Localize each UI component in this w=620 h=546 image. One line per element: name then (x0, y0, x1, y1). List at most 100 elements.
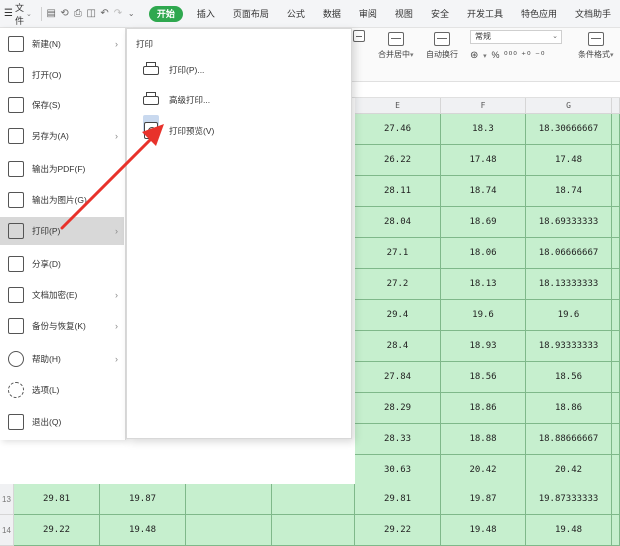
table-cell[interactable]: 18.69 (441, 207, 526, 238)
table-cell[interactable]: 29.81 (355, 484, 441, 515)
table-cell[interactable] (612, 455, 620, 486)
file-menu-item-4[interactable]: 输出为PDF(F) (0, 155, 126, 183)
table-cell[interactable]: 29.22 (355, 515, 441, 546)
column-header-e[interactable]: E (355, 98, 441, 114)
print-preview-icon[interactable]: ◫ (87, 7, 96, 21)
undo-icon[interactable]: ↶ (100, 7, 109, 21)
table-cell[interactable] (612, 515, 620, 546)
table-cell[interactable]: 19.6 (526, 300, 612, 331)
number-buttons[interactable]: % ⁰⁰⁰ ⁺⁰ ⁻⁰ (491, 50, 545, 60)
tab-0[interactable]: 开始 (148, 5, 183, 22)
wrap-text-button[interactable]: 自动换行 (426, 32, 458, 60)
table-cell[interactable]: 18.3 (441, 114, 526, 145)
table-cell[interactable]: 28.4 (355, 331, 441, 362)
currency-icon[interactable]: ⊛ (470, 50, 479, 61)
table-cell[interactable]: 18.93 (441, 331, 526, 362)
align-icon[interactable] (353, 30, 365, 45)
table-cell[interactable]: 19.87 (100, 484, 186, 515)
table-cell[interactable]: 30.63 (355, 455, 441, 486)
tab-2[interactable]: 页面布局 (224, 4, 278, 24)
tab-5[interactable]: 审阅 (350, 4, 386, 24)
table-cell[interactable] (272, 484, 355, 515)
table-cell[interactable]: 19.87 (441, 484, 526, 515)
table-cell[interactable]: 19.87333333 (526, 484, 612, 515)
table-cell[interactable]: 18.30666667 (526, 114, 612, 145)
tab-9[interactable]: 特色应用 (512, 4, 566, 24)
file-menu-item-1[interactable]: 打开(O) (0, 61, 126, 89)
table-cell[interactable]: 27.2 (355, 269, 441, 300)
table-cell[interactable]: 18.93333333 (526, 331, 612, 362)
tab-6[interactable]: 视图 (386, 4, 422, 24)
customize-chevron-icon[interactable]: ⌄ (127, 7, 136, 21)
table-cell[interactable] (186, 515, 272, 546)
table-cell[interactable] (612, 238, 620, 269)
table-cell[interactable]: 19.48 (100, 515, 186, 546)
table-cell[interactable]: 18.56 (441, 362, 526, 393)
table-cell[interactable] (612, 362, 620, 393)
file-menu-item-5[interactable]: 输出为图片(G) (0, 186, 126, 214)
table-cell[interactable] (612, 207, 620, 238)
table-cell[interactable] (612, 424, 620, 455)
table-cell[interactable]: 17.48 (441, 145, 526, 176)
table-cell[interactable]: 29.22 (14, 515, 100, 546)
print-preview-item[interactable]: 打印预览(V) (143, 120, 214, 142)
table-cell[interactable]: 19.48 (441, 515, 526, 546)
table-cell[interactable]: 29.4 (355, 300, 441, 331)
advanced-print-item[interactable]: 高级打印... (143, 89, 210, 111)
undo-history-icon[interactable]: ⟲ (60, 7, 69, 21)
file-menu-button[interactable]: ☰ 文件 ⌄ (0, 3, 38, 26)
file-menu-item-11[interactable]: 选项(L) (0, 376, 126, 404)
table-cell[interactable] (612, 393, 620, 424)
table-cell[interactable]: 27.1 (355, 238, 441, 269)
row-header[interactable]: 13 (0, 484, 14, 515)
tab-3[interactable]: 公式 (278, 4, 314, 24)
column-header-next[interactable] (612, 98, 620, 114)
file-menu-item-10[interactable]: 帮助(H) › (0, 345, 126, 373)
number-format-select[interactable]: 常规 ⌄ (470, 30, 562, 44)
table-cell[interactable]: 20.42 (441, 455, 526, 486)
table-cell[interactable]: 18.74 (526, 176, 612, 207)
table-cell[interactable] (612, 114, 620, 145)
table-cell[interactable] (612, 300, 620, 331)
file-menu-item-0[interactable]: 新建(N) › (0, 30, 126, 58)
table-cell[interactable] (612, 269, 620, 300)
conditional-format-button[interactable]: 条件格式▾ (578, 32, 614, 60)
tab-4[interactable]: 数据 (314, 4, 350, 24)
table-cell[interactable]: 18.86 (441, 393, 526, 424)
column-header-g[interactable]: G (526, 98, 612, 114)
file-menu-item-6[interactable]: 打印(P) › (0, 217, 124, 245)
table-cell[interactable]: 18.13 (441, 269, 526, 300)
redo-icon[interactable]: ↷ (113, 7, 122, 21)
tab-10[interactable]: 文档助手 (566, 4, 620, 24)
table-cell[interactable]: 28.33 (355, 424, 441, 455)
table-cell[interactable]: 18.06666667 (526, 238, 612, 269)
table-cell[interactable]: 27.46 (355, 114, 441, 145)
tab-8[interactable]: 开发工具 (458, 4, 512, 24)
tab-7[interactable]: 安全 (422, 4, 458, 24)
row-header[interactable]: 14 (0, 515, 14, 546)
file-menu-item-2[interactable]: 保存(S) (0, 91, 126, 119)
table-cell[interactable]: 28.29 (355, 393, 441, 424)
table-cell[interactable] (612, 484, 620, 515)
file-menu-item-8[interactable]: 文档加密(E) › (0, 281, 126, 309)
table-cell[interactable]: 18.88 (441, 424, 526, 455)
table-cell[interactable]: 18.86 (526, 393, 612, 424)
table-cell[interactable]: 29.81 (14, 484, 100, 515)
table-cell[interactable]: 18.74 (441, 176, 526, 207)
table-cell[interactable]: 18.69333333 (526, 207, 612, 238)
merge-center-button[interactable]: 合并居中▾ (378, 32, 414, 60)
table-cell[interactable]: 19.6 (441, 300, 526, 331)
table-cell[interactable]: 28.11 (355, 176, 441, 207)
table-cell[interactable]: 18.06 (441, 238, 526, 269)
print-icon[interactable]: ⎙ (73, 7, 82, 21)
table-cell[interactable] (612, 176, 620, 207)
table-cell[interactable]: 27.84 (355, 362, 441, 393)
file-menu-item-12[interactable]: 退出(Q) (0, 408, 126, 436)
table-cell[interactable]: 18.88666667 (526, 424, 612, 455)
tab-1[interactable]: 插入 (188, 4, 224, 24)
file-menu-item-3[interactable]: 另存为(A) › (0, 122, 126, 150)
column-header-f[interactable]: F (441, 98, 526, 114)
table-cell[interactable]: 20.42 (526, 455, 612, 486)
table-cell[interactable]: 28.04 (355, 207, 441, 238)
table-cell[interactable] (272, 515, 355, 546)
